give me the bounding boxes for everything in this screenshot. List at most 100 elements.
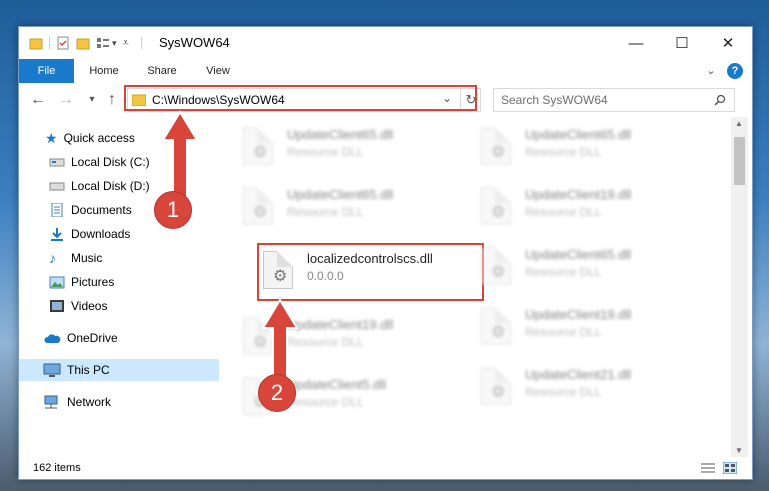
overflow-icon[interactable]: ⩡ bbox=[123, 37, 129, 50]
music-note-icon: ♪ bbox=[49, 250, 56, 266]
item-count: 162 items bbox=[33, 462, 81, 474]
sidebar-item-documents[interactable]: Documents 📌 bbox=[19, 199, 242, 221]
vertical-scrollbar[interactable]: ▲ ▼ bbox=[731, 117, 748, 457]
file-name: UpdateClient19.dll bbox=[525, 187, 632, 202]
videos-icon bbox=[50, 300, 64, 312]
title-bar: ▾ ⩡ SysWOW64 — ☐ ✕ bbox=[19, 27, 752, 59]
folder-icon[interactable] bbox=[29, 36, 43, 50]
quick-access-toolbar: ▾ ⩡ bbox=[29, 35, 142, 51]
up-arrow-icon[interactable]: ↑ bbox=[101, 90, 123, 110]
file-highlight-box bbox=[257, 243, 484, 301]
download-icon bbox=[51, 228, 63, 241]
sidebar-item-label: Music bbox=[71, 251, 103, 265]
list-item[interactable]: ⚙ UpdateClient21.dll Resource DLL bbox=[477, 363, 697, 411]
list-item[interactable]: ⚙ UpdateClient65.dll Resource DLL bbox=[239, 123, 459, 171]
pictures-icon bbox=[49, 276, 65, 289]
list-item[interactable]: ⚙ UpdateClient19.dll Resource DLL bbox=[239, 313, 459, 361]
sidebar-item-label: Videos bbox=[71, 299, 108, 313]
details-view-icon[interactable] bbox=[701, 462, 715, 474]
sidebar-item-this-pc[interactable]: This PC bbox=[19, 359, 236, 381]
tab-share[interactable]: Share bbox=[137, 59, 187, 83]
cloud-icon bbox=[44, 334, 61, 343]
dll-file-icon: ⚙ bbox=[243, 127, 273, 165]
forward-arrow-icon[interactable]: → bbox=[55, 90, 77, 110]
sidebar-item-network[interactable]: Network bbox=[19, 391, 236, 413]
file-name: UpdateClient5.dll bbox=[287, 377, 387, 392]
list-item[interactable]: ⚙ UpdateClient65.dll Resource DLL bbox=[239, 183, 459, 231]
sidebar-item-label: Pictures bbox=[71, 275, 115, 289]
dll-file-icon: ⚙ bbox=[481, 127, 511, 165]
sidebar-item-label: Local Disk (C:) bbox=[71, 155, 150, 169]
list-item[interactable]: ⚙ UpdateClient19.dll Resource DLL bbox=[477, 183, 697, 231]
tab-home[interactable]: Home bbox=[79, 59, 129, 83]
customize-icon[interactable] bbox=[96, 36, 110, 50]
file-type: Resource DLL bbox=[525, 265, 602, 279]
list-item[interactable]: ⚙ UpdateClient65.dll Resource DLL bbox=[477, 123, 697, 171]
list-item[interactable]: ⚙ UpdateClient65.dll Resource DLL bbox=[477, 243, 697, 291]
file-name: UpdateClient65.dll bbox=[287, 127, 394, 142]
dll-file-icon: ⚙ bbox=[481, 367, 511, 405]
computer-icon bbox=[43, 363, 61, 377]
tab-file[interactable]: File bbox=[19, 59, 74, 83]
maximize-button[interactable]: ☐ bbox=[659, 27, 705, 59]
sidebar-item-videos[interactable]: Videos 📌 bbox=[19, 295, 242, 317]
file-type: Resource DLL bbox=[525, 385, 602, 399]
network-icon bbox=[44, 395, 58, 409]
file-type: Resource DLL bbox=[287, 205, 364, 219]
sidebar-item-label: Quick access bbox=[63, 131, 135, 145]
file-type: Resource DLL bbox=[287, 335, 364, 349]
file-list: ⚙ UpdateClient65.dll Resource DLL ⚙ Upda… bbox=[219, 117, 731, 457]
close-button[interactable]: ✕ bbox=[705, 27, 751, 59]
properties-icon[interactable] bbox=[56, 36, 70, 50]
help-icon[interactable]: ? bbox=[727, 63, 743, 79]
step-badge-1: 1 bbox=[154, 191, 192, 229]
sidebar-item-music[interactable]: ♪ Music 📌 bbox=[19, 247, 242, 269]
star-icon: ★ bbox=[45, 129, 58, 146]
scroll-up-icon[interactable]: ▲ bbox=[735, 119, 743, 128]
drive-icon bbox=[49, 182, 65, 191]
chevron-down-icon[interactable]: ▾ bbox=[112, 38, 117, 49]
drive-icon bbox=[49, 158, 65, 167]
toolbar-divider bbox=[43, 37, 50, 49]
file-name: UpdateClient65.dll bbox=[287, 187, 394, 202]
search-placeholder: Search SysWOW64 bbox=[501, 93, 608, 107]
navigation-pane: ★ Quick access Local Disk (C:) 📌 Local D… bbox=[19, 117, 236, 457]
recent-locations-icon[interactable]: ▾ bbox=[81, 90, 103, 110]
dll-file-icon: ⚙ bbox=[481, 307, 511, 345]
new-folder-icon[interactable] bbox=[76, 36, 90, 50]
step-badge-2: 2 bbox=[258, 374, 296, 412]
dll-file-icon: ⚙ bbox=[481, 247, 511, 285]
sidebar-item-downloads[interactable]: Downloads 📌 bbox=[19, 223, 242, 245]
sidebar-item-local-disk-c[interactable]: Local Disk (C:) 📌 bbox=[19, 151, 242, 173]
sidebar-item-label: Downloads bbox=[71, 227, 131, 241]
back-arrow-icon[interactable]: ← bbox=[27, 90, 49, 110]
window-title: SysWOW64 bbox=[159, 35, 230, 50]
tab-view[interactable]: View bbox=[195, 59, 241, 83]
sidebar-item-label: This PC bbox=[67, 363, 110, 377]
documents-icon bbox=[51, 203, 63, 217]
search-input[interactable]: Search SysWOW64 bbox=[493, 88, 735, 112]
file-type: Resource DLL bbox=[525, 325, 602, 339]
sidebar-item-local-disk-d[interactable]: Local Disk (D:) 📌 bbox=[19, 175, 242, 197]
sidebar-item-onedrive[interactable]: OneDrive bbox=[19, 327, 236, 349]
scroll-thumb[interactable] bbox=[734, 137, 745, 185]
address-row: ← → ▾ ↑ C:\Windows\SysWOW64 ⌄ ↻ Search S… bbox=[19, 83, 752, 117]
file-name: UpdateClient19.dll bbox=[287, 317, 394, 332]
toolbar-divider bbox=[135, 37, 142, 49]
sidebar-item-pictures[interactable]: Pictures 📌 bbox=[19, 271, 242, 293]
explorer-window: ▾ ⩡ SysWOW64 — ☐ ✕ File Home Share View … bbox=[18, 26, 753, 480]
minimize-button[interactable]: — bbox=[613, 27, 659, 59]
dll-file-icon: ⚙ bbox=[481, 187, 511, 225]
large-icons-view-icon[interactable] bbox=[723, 462, 737, 474]
ribbon: File Home Share View ⌄ ? bbox=[19, 59, 752, 83]
sidebar-item-quick-access[interactable]: ★ Quick access bbox=[19, 127, 238, 149]
status-bar: 162 items bbox=[19, 457, 752, 479]
scroll-down-icon[interactable]: ▼ bbox=[735, 446, 743, 455]
sidebar-item-label: Network bbox=[67, 395, 112, 409]
search-icon[interactable] bbox=[714, 94, 726, 106]
file-type: Resource DLL bbox=[525, 205, 602, 219]
dll-file-icon: ⚙ bbox=[243, 187, 273, 225]
address-highlight-box bbox=[124, 85, 477, 111]
list-item[interactable]: ⚙ UpdateClient19.dll Resource DLL bbox=[477, 303, 697, 351]
expand-ribbon-icon[interactable]: ⌄ bbox=[703, 59, 719, 83]
